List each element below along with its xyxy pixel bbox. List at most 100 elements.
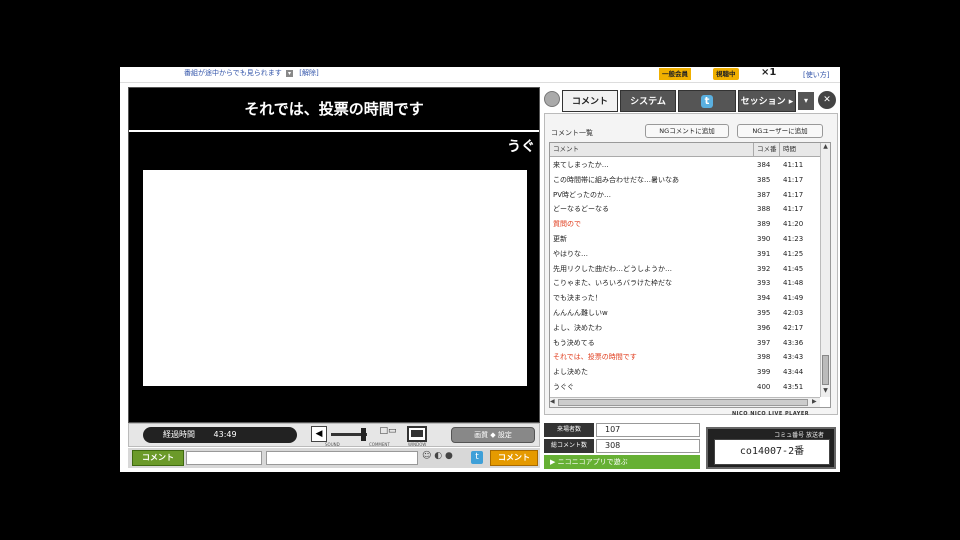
row-time: 41:23 — [783, 234, 804, 243]
add-ng-user-button[interactable]: NGユーザーに追加 — [737, 124, 823, 138]
row-time: 41:48 — [783, 279, 804, 288]
row-time: 41:49 — [783, 294, 804, 303]
comments-label: 総コメント数 — [544, 439, 594, 453]
viewing-badge: 視聴中 — [713, 68, 739, 80]
help-link[interactable]: [使い方] — [803, 70, 829, 80]
notice-badge[interactable]: ▾ — [286, 70, 294, 77]
table-row[interactable]: やはりな… 391 41:25 — [550, 247, 820, 262]
comment-text-input[interactable] — [266, 451, 418, 465]
twitter-icon[interactable]: t — [471, 451, 483, 464]
stats-panel: 来場者数 107 総コメント数 308 ▶ ニコニコアプリで遊ぶ — [544, 423, 700, 471]
player-brand: NICO NICO LIVE PLAYER — [732, 411, 810, 417]
top-notice: 番組が途中からでも見られます ▾ [解除] — [184, 68, 319, 78]
row-number: 393 — [757, 279, 771, 288]
row-time: 41:11 — [783, 161, 804, 169]
row-comment: うぐぐ — [553, 382, 574, 391]
scrolling-comment: うぐ — [507, 139, 535, 155]
table-row[interactable]: 先用リクした曲だわ…どうしようか… 392 41:45 — [550, 262, 820, 277]
notice-link[interactable]: [解除] — [299, 69, 318, 77]
row-comment: よし、決めたわ — [553, 323, 602, 332]
scroll-down-icon[interactable]: ▼ — [821, 387, 830, 396]
table-row[interactable]: 質問ので 389 41:20 — [550, 217, 820, 232]
table-row[interactable]: うぐぐ 400 43:51 — [550, 380, 820, 395]
comment-tool-icons[interactable]: ☺ ◐ ● — [422, 451, 453, 461]
table-row[interactable]: んんんん難しいw 395 42:03 — [550, 306, 820, 321]
row-time: 41:20 — [783, 220, 804, 229]
community-id[interactable]: co14007-2番 — [714, 439, 830, 465]
row-comment: でも決まった！ — [553, 294, 602, 303]
quality-settings-button[interactable]: 画質 ◆ 設定 — [451, 427, 535, 443]
tab-session[interactable]: セッション ▸ — [738, 90, 796, 112]
speaker-icon[interactable]: ◀ — [311, 426, 327, 442]
horizontal-scroll-thumb[interactable] — [558, 399, 808, 406]
row-number: 388 — [757, 205, 771, 214]
viewing-multiplier: ×1 — [761, 67, 777, 78]
row-number: 394 — [757, 294, 771, 303]
table-row[interactable]: この時間帯に組み合わせだな…暑いなあ 385 41:17 — [550, 173, 820, 188]
row-number: 384 — [757, 161, 771, 169]
row-time: 41:45 — [783, 264, 804, 273]
row-number: 389 — [757, 220, 771, 229]
table-row[interactable]: どーなるどーなる 388 41:17 — [550, 202, 820, 217]
row-number: 395 — [757, 308, 771, 317]
window-size-icon[interactable] — [407, 426, 427, 442]
comment-label-button[interactable]: コメント — [132, 450, 184, 466]
app-link[interactable]: ▶ ニコニコアプリで遊ぶ — [544, 455, 700, 469]
member-badge: 一般会員 — [659, 68, 691, 80]
gear-icon[interactable] — [544, 91, 560, 107]
table-row[interactable]: それでは、投票の時間です 398 43:43 — [550, 350, 820, 365]
tab-system[interactable]: システム — [620, 90, 676, 112]
submit-comment-button[interactable]: コメント — [490, 450, 538, 466]
column-header-comment[interactable]: コメント — [550, 143, 754, 156]
table-row[interactable]: 来てしまったか… 384 41:11 — [550, 158, 820, 173]
scroll-right-icon[interactable]: ▶ — [812, 398, 817, 405]
live-player-window: 番組が途中からでも見られます ▾ [解除] 一般会員 視聴中 ×1 [使い方] … — [120, 67, 840, 472]
row-comment: この時間帯に組み合わせだな…暑いなあ — [553, 175, 679, 184]
tab-twitter[interactable]: t — [678, 90, 736, 112]
command-input[interactable] — [186, 451, 262, 465]
vertical-scrollbar[interactable]: ▲ ▼ — [820, 143, 830, 397]
table-header: コメント コメ番 時間 — [550, 143, 820, 157]
table-row[interactable]: こりゃまた、いろいろバラけた枠だな 393 41:48 — [550, 276, 820, 291]
volume-thumb[interactable] — [361, 428, 366, 441]
row-number: 387 — [757, 190, 771, 199]
viewers-value: 107 — [596, 423, 700, 437]
comment-rows: 来てしまったか… 384 41:11 この時間帯に組み合わせだな…暑いなあ 385 41:… — [550, 158, 820, 395]
scroll-up-icon[interactable]: ▲ — [821, 143, 830, 152]
table-row[interactable]: よし、決めたわ 396 42:17 — [550, 321, 820, 336]
chevron-down-icon[interactable]: ▾ — [798, 92, 814, 110]
comment-table[interactable]: コメント コメ番 時間 来てしまったか… 384 41:11 この時間帯に組み合わせだ… — [549, 142, 831, 408]
table-row[interactable]: でも決まった！ 394 41:49 — [550, 291, 820, 306]
elapsed-time-display: 経過時間 43:49 — [143, 427, 297, 443]
table-row[interactable]: よし決めた 399 43:44 — [550, 365, 820, 380]
viewers-stat: 来場者数 107 — [544, 423, 700, 437]
side-panel: コメント システム t セッション ▸ ▾ ✕ コメント一覧 NGコメントに追加… — [544, 87, 838, 415]
table-row[interactable]: PV時どったのか… 387 41:17 — [550, 188, 820, 203]
horizontal-scrollbar[interactable]: ◀ ▶ — [550, 397, 820, 407]
stream-title: それでは、投票の時間です — [129, 88, 539, 132]
video-screen[interactable] — [143, 170, 527, 386]
row-time: 42:03 — [783, 308, 804, 317]
volume-slider[interactable] — [331, 428, 367, 441]
add-ng-comment-button[interactable]: NGコメントに追加 — [645, 124, 729, 138]
row-time: 41:17 — [783, 205, 804, 214]
scroll-left-icon[interactable]: ◀ — [550, 398, 555, 405]
vertical-scroll-thumb[interactable] — [822, 355, 829, 385]
comments-stat: 総コメント数 308 — [544, 439, 700, 453]
column-header-time[interactable]: 時間 — [780, 143, 810, 156]
close-icon[interactable]: ✕ — [818, 91, 836, 109]
row-time: 43:44 — [783, 368, 804, 377]
sound-caption: SOUND — [325, 442, 340, 447]
video-player[interactable]: それでは、投票の時間です うぐ — [128, 87, 540, 423]
row-comment: PV時どったのか… — [553, 190, 612, 199]
row-number: 391 — [757, 249, 771, 258]
table-row[interactable]: 更新 390 41:23 — [550, 232, 820, 247]
column-header-number[interactable]: コメ番 — [754, 143, 780, 156]
row-comment: 質問ので — [553, 220, 581, 229]
comment-toggle-icon[interactable]: □▭ — [375, 426, 401, 442]
player-control-bar: 経過時間 43:49 ◀ □▭ SOUND COMMENT WINDOW 画質 … — [128, 423, 540, 447]
table-row[interactable]: もう決めてる 397 43:36 — [550, 336, 820, 351]
row-number: 392 — [757, 264, 771, 273]
tab-comment[interactable]: コメント — [562, 90, 618, 112]
row-number: 400 — [757, 382, 771, 391]
